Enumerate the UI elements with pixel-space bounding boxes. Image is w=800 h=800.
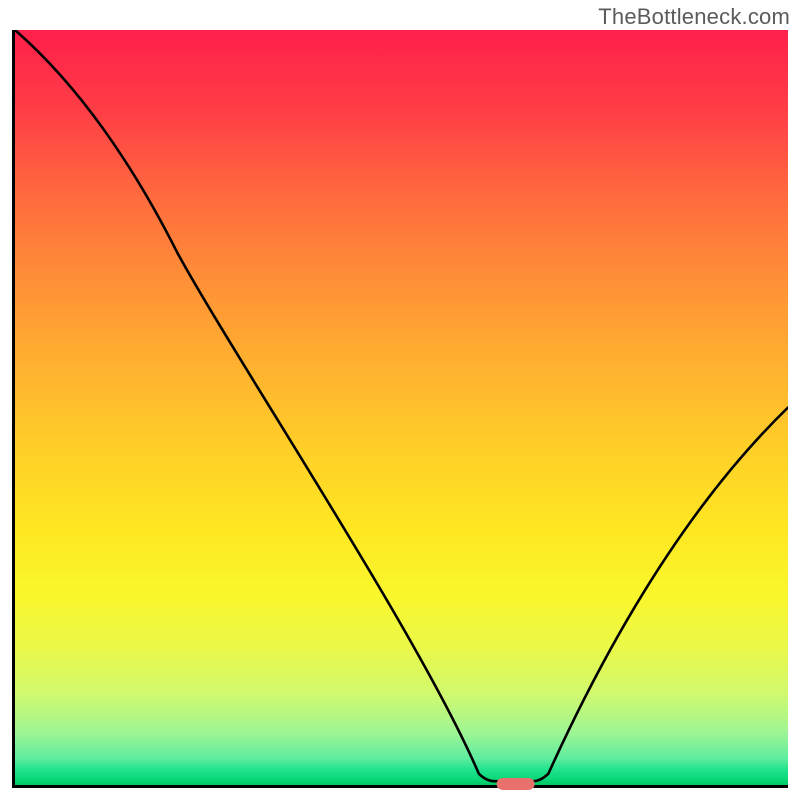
optimum-marker [496,778,535,790]
chart-container: TheBottleneck.com [0,0,800,800]
heat-gradient [15,30,788,785]
watermark-text: TheBottleneck.com [598,4,790,30]
plot-area [12,30,788,788]
